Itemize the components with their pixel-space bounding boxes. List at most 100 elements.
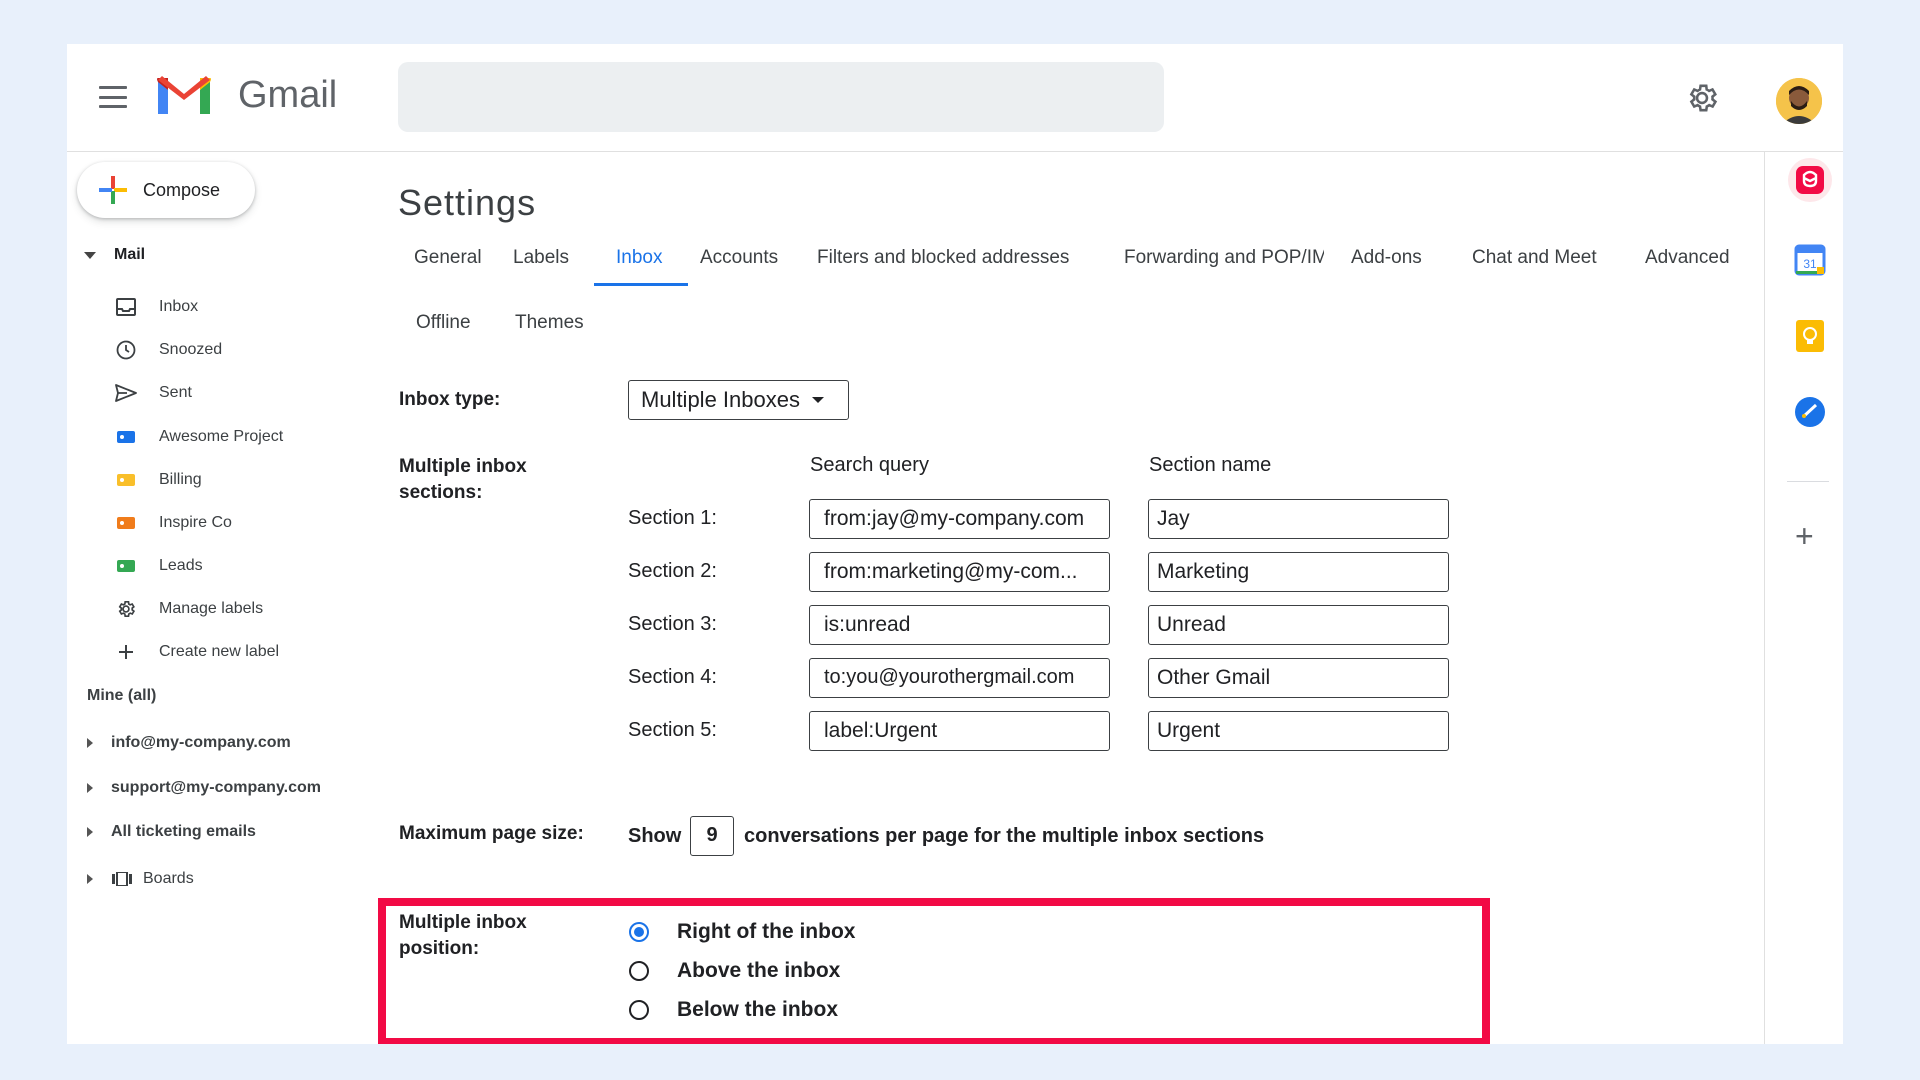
compose-button[interactable]: Compose <box>77 162 255 218</box>
tab-chat-meet[interactable]: Chat and Meet <box>1472 247 1597 269</box>
side-panel-divider <box>1764 152 1765 1044</box>
mine-all-heading: Mine (all) <box>87 687 157 704</box>
tab-advanced[interactable]: Advanced <box>1645 247 1730 269</box>
tab-accounts[interactable]: Accounts <box>700 247 778 269</box>
nav-item-manage-labels[interactable]: Manage labels <box>115 594 263 624</box>
nav-item-snoozed[interactable]: Snoozed <box>115 335 222 365</box>
position-option-label: Below the inbox <box>677 998 839 1021</box>
page-size-input[interactable]: 9 <box>690 816 734 856</box>
boards-label: Boards <box>143 870 194 887</box>
nav-item-label: Billing <box>159 471 202 488</box>
calendar-date: 31 <box>1803 257 1817 271</box>
radio-selected[interactable] <box>629 922 649 942</box>
add-icon[interactable]: + <box>1795 518 1814 555</box>
tab-offline[interactable]: Offline <box>416 312 471 334</box>
label-icon <box>115 469 137 491</box>
nav-item-label: Snoozed <box>159 341 223 358</box>
account-all-ticketing[interactable]: All ticketing emails <box>87 819 256 845</box>
nav-item-leads[interactable]: Leads <box>115 551 203 581</box>
tab-filters[interactable]: Filters and blocked addresses <box>817 247 1069 269</box>
position-above-option[interactable]: Above the inbox <box>629 956 840 986</box>
label-icon <box>115 512 137 534</box>
compose-plus-icon <box>99 176 127 204</box>
position-option-label: Above the inbox <box>677 959 841 982</box>
inbox-type-select[interactable]: Multiple Inboxes <box>628 380 849 420</box>
section-4-name[interactable]: Other Gmail <box>1148 658 1449 698</box>
app-brand: Gmail <box>238 74 338 116</box>
nav-item-label: Create new label <box>159 643 280 660</box>
section-2-query[interactable]: from:marketing@my-com... <box>809 552 1110 592</box>
nav-item-label: Awesome Project <box>159 428 284 445</box>
section-3-query[interactable]: is:unread <box>809 605 1110 645</box>
inbox-type-value: Multiple Inboxes <box>641 387 800 412</box>
settings-gear-icon[interactable] <box>1685 81 1719 115</box>
account-label: support@my-company.com <box>111 779 321 796</box>
plus-icon <box>115 641 137 663</box>
account-avatar[interactable] <box>1776 78 1822 124</box>
nav-item-label: Inspire Co <box>159 514 232 531</box>
top-bar: Gmail <box>67 44 1843 152</box>
position-label: Multiple inbox position: <box>399 912 527 959</box>
label-icon <box>115 426 137 448</box>
search-query-header: Search query <box>810 454 929 476</box>
calendar-icon[interactable]: 31 <box>1790 240 1830 280</box>
radio-unselected[interactable] <box>629 961 649 981</box>
search-bar[interactable] <box>398 62 1164 132</box>
nav-item-awesome-project[interactable]: Awesome Project <box>115 422 283 452</box>
section-5-name[interactable]: Urgent <box>1148 711 1449 751</box>
account-support[interactable]: support@my-company.com <box>87 775 321 801</box>
nav-item-sent[interactable]: Sent <box>115 378 192 408</box>
position-option-label: Right of the inbox <box>677 920 856 943</box>
keep-icon[interactable] <box>1790 316 1830 356</box>
compose-label: Compose <box>143 179 221 200</box>
section-5-query[interactable]: label:Urgent <box>809 711 1110 751</box>
section-2-name[interactable]: Marketing <box>1148 552 1449 592</box>
page-size-label: Maximum page size: <box>399 823 584 844</box>
helpdesk-icon[interactable] <box>1788 158 1832 202</box>
nav-item-inspire-co[interactable]: Inspire Co <box>115 508 232 538</box>
position-right-option[interactable]: Right of the inbox <box>629 917 855 947</box>
gear-icon <box>115 598 137 620</box>
tab-general[interactable]: General <box>414 247 482 269</box>
caret-right-icon <box>87 783 93 793</box>
inbox-type-label: Inbox type: <box>399 389 501 410</box>
caret-down-icon <box>84 251 96 259</box>
account-info[interactable]: info@my-company.com <box>87 730 291 756</box>
nav-item-billing[interactable]: Billing <box>115 465 202 495</box>
section-4-label: Section 4: <box>628 666 717 688</box>
tab-themes[interactable]: Themes <box>515 312 584 334</box>
nav-item-create-label[interactable]: Create new label <box>115 637 279 667</box>
sections-label: Multiple inbox sections: <box>399 456 527 503</box>
boards-item[interactable]: Boards <box>87 866 194 892</box>
gmail-logo-icon <box>157 76 211 114</box>
nav-item-inbox[interactable]: Inbox <box>115 292 198 322</box>
mail-section-label: Mail <box>114 246 146 263</box>
tab-labels[interactable]: Labels <box>513 247 569 269</box>
nav-item-label: Inbox <box>159 298 199 315</box>
position-below-option[interactable]: Below the inbox <box>629 995 838 1025</box>
side-divider <box>1787 481 1829 482</box>
nav-item-label: Sent <box>159 384 192 401</box>
tab-addons[interactable]: Add-ons <box>1351 247 1422 269</box>
section-1-query[interactable]: from:jay@my-company.com <box>809 499 1110 539</box>
tab-inbox[interactable]: Inbox <box>616 247 662 269</box>
caret-right-icon <box>87 874 93 884</box>
account-label: All ticketing emails <box>111 823 256 840</box>
active-tab-indicator <box>594 283 688 286</box>
radio-unselected[interactable] <box>629 1000 649 1020</box>
account-label: info@my-company.com <box>111 734 291 751</box>
section-3-name[interactable]: Unread <box>1148 605 1449 645</box>
main-menu-icon[interactable] <box>99 86 127 108</box>
section-3-label: Section 3: <box>628 613 717 635</box>
nav-item-label: Leads <box>159 557 203 574</box>
section-4-query[interactable]: to:you@yourothergmail.com <box>809 658 1110 698</box>
section-1-name[interactable]: Jay <box>1148 499 1449 539</box>
mail-section-toggle[interactable]: Mail <box>84 246 145 264</box>
page-title: Settings <box>398 182 537 223</box>
page-size-show: Show <box>628 825 682 847</box>
tasks-icon[interactable] <box>1790 392 1830 432</box>
gmail-window: Gmail Compose Mail Inbox Snoozed Sent Aw… <box>67 44 1843 1044</box>
send-icon <box>115 382 137 404</box>
label-icon <box>115 555 137 577</box>
tab-forwarding[interactable]: Forwarding and POP/IMAP <box>1124 247 1324 269</box>
